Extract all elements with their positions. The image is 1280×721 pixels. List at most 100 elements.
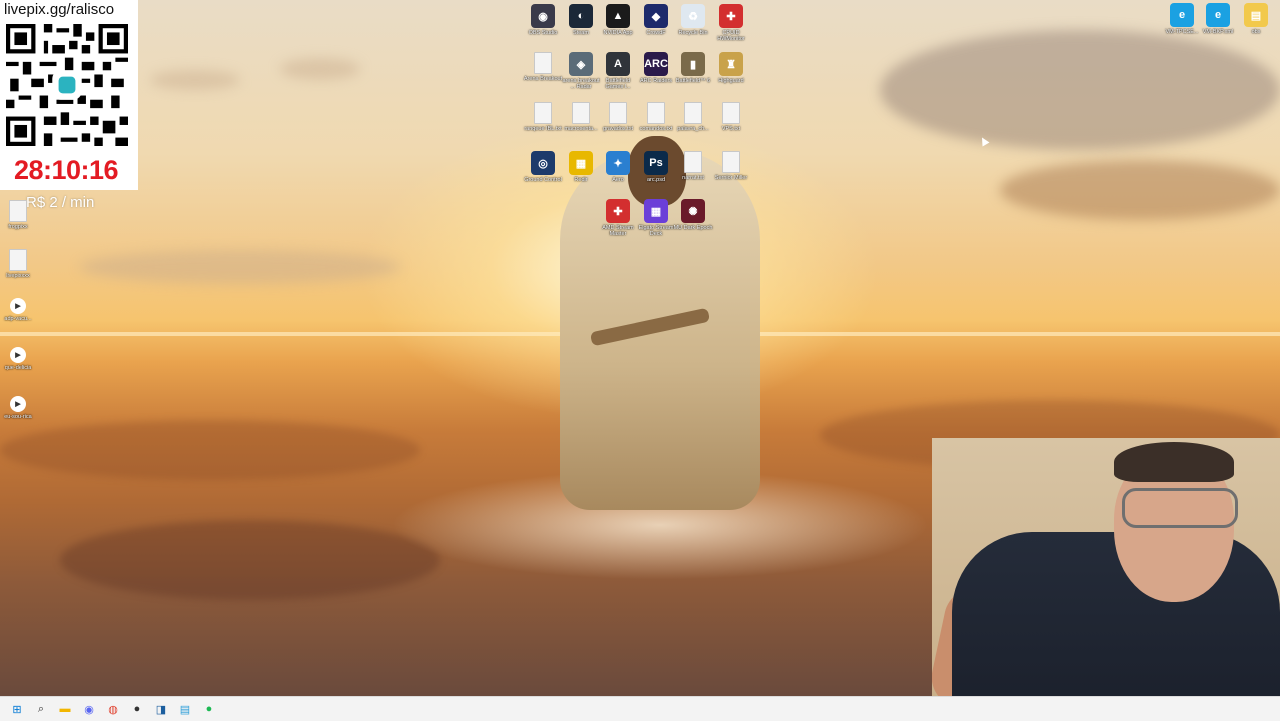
desktop-shortcut-label: macrosenta... [564, 126, 598, 132]
desktop-shortcut-label: Ground Control [524, 177, 562, 183]
search-button[interactable]: ⌕ [32, 700, 50, 718]
spotify-button[interactable]: ● [200, 700, 218, 718]
desktop-shortcut[interactable]: Ps arc.psd [636, 151, 676, 183]
desktop-shortcut-label: Sernior Miller [714, 175, 748, 181]
desktop-shortcut[interactable]: ✚ AMD Stream Master [598, 199, 638, 237]
file-icon [534, 52, 552, 74]
desktop-shortcut[interactable]: gravados.txt [598, 102, 638, 132]
desktop-shortcut[interactable]: ▦ Redir [561, 151, 601, 183]
desktop-shortcut[interactable]: ranqeue IBL.txt [523, 102, 563, 132]
desktop-shortcut[interactable]: ♜ Highguard [711, 52, 751, 84]
desktop-shortcut[interactable]: ◉ OBS Studio [523, 4, 563, 36]
desktop-shortcut-label: frogpixx [8, 224, 28, 230]
obs-icon: ◉ [531, 4, 555, 28]
battlefield6-icon: ▮ [681, 52, 705, 76]
notepad-button[interactable]: ▤ [176, 700, 194, 718]
desktop-shortcut-label: narrat.txt [682, 175, 704, 181]
edge-icon: e [1206, 3, 1230, 27]
desktop-shortcut-label: que-delicia [4, 365, 32, 371]
text-file-icon [684, 102, 702, 124]
text-file-icon [684, 151, 702, 173]
desktop-shortcut[interactable]: ✦ Aero [598, 151, 638, 183]
desktop-shortcut-label: MU Dark Epoch [673, 225, 713, 231]
desktop-shortcut[interactable]: Arena Breakout [523, 52, 563, 82]
desktop-shortcut[interactable]: ARC ARC Raiders [636, 52, 676, 84]
desktop-shortcut-label: eu-sou-rica [4, 414, 32, 420]
desktop-shortcut[interactable]: narrat.txt [673, 151, 713, 181]
desktop-shortcut-label: VM-TPCSE... [1165, 29, 1199, 35]
desktop-shortcut-label: comandos.txt [639, 126, 673, 132]
battlefield-icon: A [606, 52, 630, 76]
desktop-shortcut[interactable]: ▲ NVIDIA App [598, 4, 638, 36]
desktop-shortcut[interactable]: ◆ CrowdF [636, 4, 676, 36]
desktop-shortcut[interactable]: ▶ que-delicia [0, 347, 38, 371]
desktop-shortcut[interactable]: ▶ adp-vacu... [0, 298, 38, 322]
aero-icon: ✦ [606, 151, 630, 175]
pix-donation-panel: livepix.gg/ralisco 28:10:16 [0, 0, 138, 190]
desktop-shortcut[interactable]: comandos.txt [636, 102, 676, 132]
desktop-shortcut[interactable]: ◈ arena breakout ... Radar [561, 52, 601, 90]
hwmonitor-icon: ✚ [719, 4, 743, 28]
webcam-hair [1114, 442, 1234, 482]
desktop-shortcut[interactable]: frogpixx [0, 200, 38, 230]
desktop-shortcut[interactable]: ◎ Ground Control [523, 151, 563, 183]
ground-control-icon: ◎ [531, 151, 555, 175]
desktop-shortcut[interactable]: e VM-TPCSE... [1162, 3, 1202, 35]
wallpaper-cloud [280, 58, 360, 80]
desktop-shortcut-label: CrowdF [646, 30, 666, 36]
desktop-shortcut-label: ARC Raiders [639, 78, 673, 84]
webcam-feed [932, 438, 1280, 696]
text-file-icon [9, 249, 27, 271]
desktop-shortcut-label: arena breakout ... Radar [562, 78, 600, 90]
desktop-shortcut-label: CPUID HWMonitor [717, 30, 745, 42]
wallpaper-wave [0, 420, 420, 480]
desktop-shortcut-label: arc.psd [646, 177, 666, 183]
desktop-shortcut-label: obs [1251, 29, 1261, 35]
highguard-icon: ♜ [719, 52, 743, 76]
media-file-icon: ▶ [10, 396, 26, 412]
text-file-icon [722, 151, 740, 173]
webcam-shirt [952, 532, 1280, 696]
desktop-shortcut[interactable]: A Battlefield Games l... [598, 52, 638, 90]
desktop-shortcut[interactable]: ▶ eu-sou-rica [0, 396, 38, 420]
arena-radar-icon: ◈ [569, 52, 593, 76]
desktop-shortcut-label: Redir [574, 177, 588, 183]
discord-button[interactable]: ◉ [80, 700, 98, 718]
desktop-shortcut[interactable]: ✚ CPUID HWMonitor [711, 4, 751, 42]
wallpaper-cloud [80, 250, 400, 284]
desktop-shortcut[interactable]: ◐ Steam [561, 4, 601, 36]
desktop-shortcut-label: Battlefield™ 6 [675, 78, 711, 84]
desktop-shortcut[interactable]: ▤ obs [1236, 3, 1276, 35]
vscode-button[interactable]: ◨ [152, 700, 170, 718]
desktop-shortcut[interactable]: ▮ Battlefield™ 6 [673, 52, 713, 84]
subathon-timer: 28:10:16 [13, 155, 119, 185]
media-file-icon: ▶ [10, 347, 26, 363]
obs-button[interactable]: ● [128, 700, 146, 718]
folder-icon: ▤ [1244, 3, 1268, 27]
desktop-shortcut-label: gravados.txt [603, 126, 633, 132]
desktop-shortcut[interactable]: ▦ Elgato Stream Deck [636, 199, 676, 237]
desktop-shortcut[interactable]: ✺ MU Dark Epoch [673, 199, 713, 231]
text-file-icon [609, 102, 627, 124]
desktop-shortcut-label: palavra_ch... [677, 126, 709, 132]
desktop-shortcut[interactable]: Sernior Miller [711, 151, 751, 181]
desktop-shortcut[interactable]: palavra_ch... [673, 102, 713, 132]
desktop-shortcut-label: AMD Stream Master [602, 225, 634, 237]
desktop-shortcut-label: Steam [573, 30, 589, 36]
desktop-shortcut-label: Recycle Bin [678, 30, 708, 36]
pix-url: livepix.gg/ralisco [4, 1, 115, 18]
desktop-shortcut-label: Elgato Stream Deck [638, 225, 674, 237]
chrome-button[interactable]: ◍ [104, 700, 122, 718]
desktop-shortcut-label: Battlefield Games l... [605, 78, 631, 90]
desktop-shortcut[interactable]: VPS.txt [711, 102, 751, 132]
text-file-icon [647, 102, 665, 124]
desktop-shortcut[interactable]: livepixxxx [0, 249, 38, 279]
desktop-shortcut[interactable]: e VM-BKP.xml [1198, 3, 1238, 35]
taskbar: ⊞ ⌕ ▬ ◉ ◍ ● ◨ ▤ ● [0, 696, 1280, 721]
start-button[interactable]: ⊞ [8, 700, 26, 718]
desktop-shortcut-label: Aero [612, 177, 624, 183]
file-explorer-button[interactable]: ▬ [56, 700, 74, 718]
desktop-shortcut[interactable]: ♻ Recycle Bin [673, 4, 713, 36]
desktop-shortcut[interactable]: macrosenta... [561, 102, 601, 132]
amd-icon: ✚ [606, 199, 630, 223]
